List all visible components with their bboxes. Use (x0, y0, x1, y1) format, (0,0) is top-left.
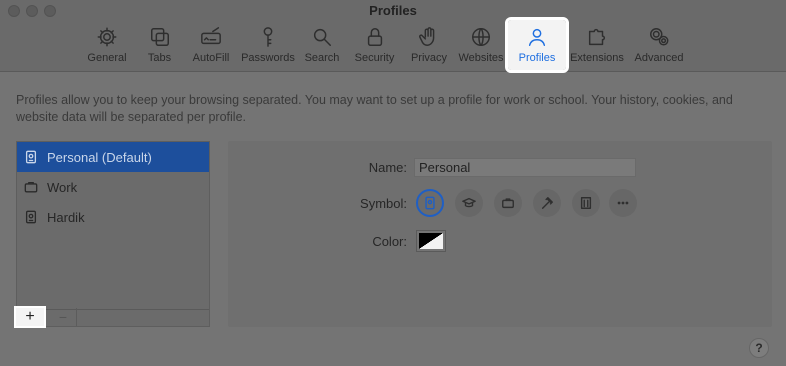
profiles-list: Personal (Default) Work Hardik (16, 141, 210, 327)
profiles-description: Profiles allow you to keep your browsing… (16, 93, 733, 124)
profile-name-field[interactable]: Personal (414, 158, 636, 177)
person-icon (528, 28, 546, 46)
gear-icon (97, 27, 117, 47)
profile-item-work[interactable]: Work (17, 172, 209, 202)
hand-icon (419, 27, 435, 46)
help-button[interactable]: ? (749, 338, 769, 358)
profile-item-label: Personal (Default) (47, 149, 152, 165)
tab-passwords-label: Passwords (241, 52, 295, 64)
tab-advanced[interactable]: Advanced (628, 20, 690, 70)
puzzle-icon (588, 28, 606, 46)
gears-icon (650, 28, 669, 46)
tabs-icon (150, 28, 169, 46)
tab-security[interactable]: Security (345, 20, 404, 70)
briefcase-icon (502, 198, 514, 209)
tab-general[interactable]: General (80, 20, 134, 70)
tab-privacy[interactable]: Privacy (404, 20, 454, 70)
tab-extensions[interactable]: Extensions (566, 20, 628, 70)
tab-advanced-label: Advanced (634, 52, 684, 64)
tab-privacy-label: Privacy (410, 52, 448, 64)
tab-profiles-label: Profiles (518, 52, 556, 64)
symbol-hammer-option[interactable] (533, 189, 561, 217)
symbol-more-option[interactable] (609, 189, 637, 217)
color-swatch-preview (419, 233, 443, 249)
symbol-graduation-option[interactable] (455, 189, 483, 217)
name-label: Name: (368, 160, 407, 175)
symbol-briefcase-option[interactable] (494, 189, 522, 217)
profile-item-label: Hardik (47, 209, 85, 225)
badge-icon (425, 196, 435, 210)
profile-item-label: Work (47, 179, 78, 195)
tab-profiles[interactable]: Profiles (505, 17, 569, 73)
briefcase-icon (24, 180, 38, 194)
tab-autofill[interactable]: AutoFill (185, 20, 237, 70)
graduation-cap-icon (462, 197, 476, 208)
profile-item-personal[interactable]: Personal (Default) (17, 142, 209, 172)
symbol-building-option[interactable] (572, 189, 600, 217)
search-icon (313, 28, 331, 46)
tab-security-label: Security (354, 52, 395, 64)
building-icon (580, 197, 592, 209)
tab-autofill-label: AutoFill (192, 52, 230, 64)
symbol-label: Symbol: (360, 196, 407, 211)
preferences-toolbar: General Tabs AutoFill Passwords Search S… (80, 17, 690, 73)
tab-tabs[interactable]: Tabs (134, 20, 185, 70)
key-icon (263, 27, 273, 47)
tab-search[interactable]: Search (299, 20, 345, 70)
hammer-icon (541, 197, 553, 209)
color-label: Color: (372, 234, 407, 249)
autofill-icon (201, 27, 221, 45)
tab-extensions-label: Extensions (570, 52, 624, 64)
tab-search-label: Search (304, 52, 340, 64)
add-profile-button[interactable]: + (14, 306, 46, 328)
title-bar: Profiles General Tabs AutoFill Passwords… (0, 0, 786, 73)
window-title: Profiles (369, 3, 417, 18)
tab-tabs-label: Tabs (147, 52, 172, 64)
remove-profile-button[interactable]: − (50, 308, 77, 326)
more-icon (617, 201, 629, 205)
profile-color-picker[interactable] (416, 230, 446, 252)
badge-icon (24, 150, 38, 164)
lock-icon (367, 28, 382, 46)
symbol-badge-option[interactable] (416, 189, 444, 217)
badge-icon (24, 210, 38, 224)
tab-passwords[interactable]: Passwords (237, 20, 299, 70)
tab-websites-label: Websites (458, 52, 504, 64)
profile-item-hardik[interactable]: Hardik (17, 202, 209, 232)
tab-websites[interactable]: Websites (454, 20, 508, 70)
globe-icon (472, 28, 490, 46)
tab-general-label: General (87, 52, 127, 64)
preferences-window: Profiles General Tabs AutoFill Passwords… (0, 0, 786, 366)
